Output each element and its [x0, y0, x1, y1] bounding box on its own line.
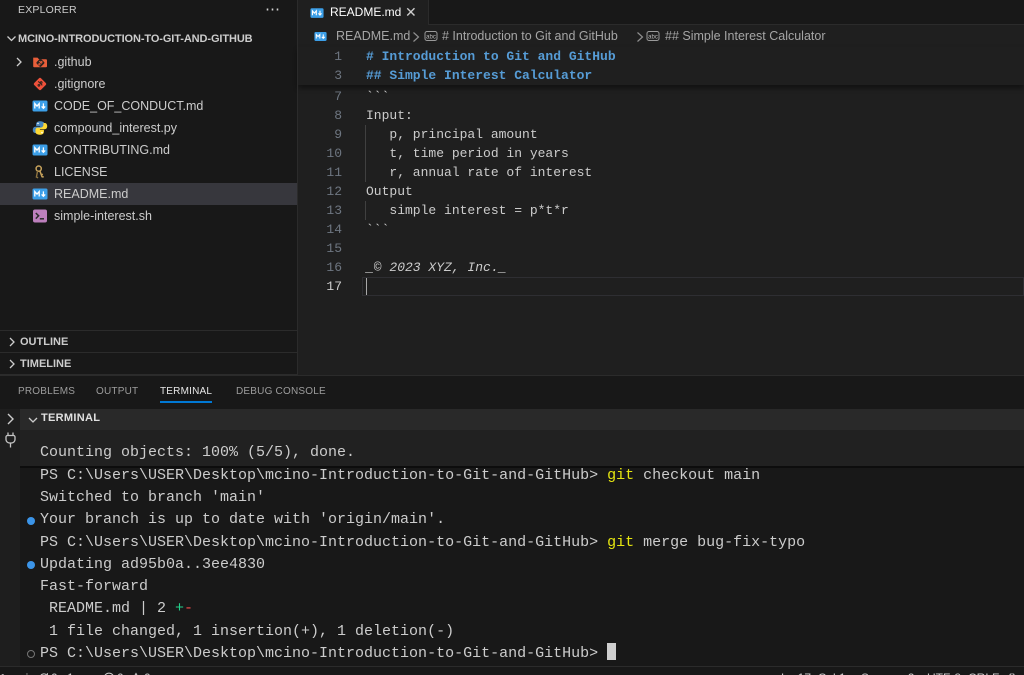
svg-text:abc: abc [426, 35, 436, 41]
svg-text:abc: abc [648, 35, 658, 41]
